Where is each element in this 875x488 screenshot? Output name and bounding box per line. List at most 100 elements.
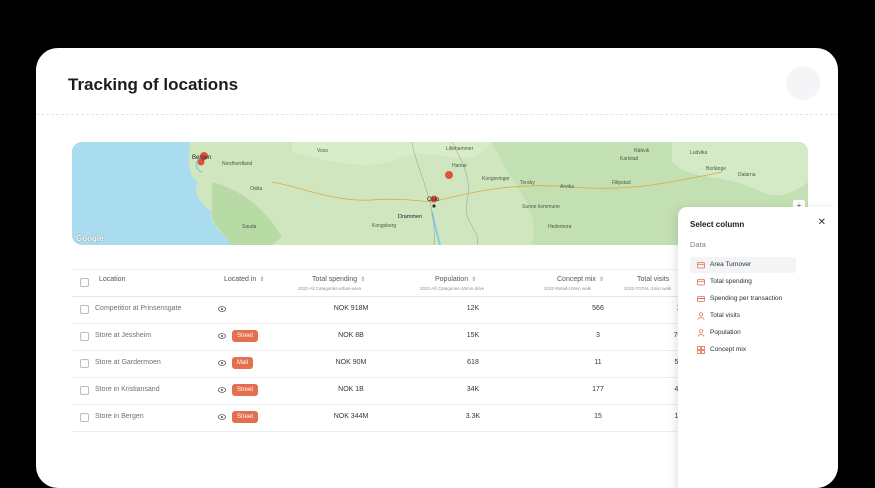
column-option-label: Area Turnover bbox=[710, 261, 752, 268]
total-spending: NOK 90M bbox=[335, 359, 367, 366]
map-label: Rättvik bbox=[634, 148, 650, 154]
column-option-label: Total visits bbox=[710, 312, 740, 319]
map-label: Lillehammer bbox=[446, 146, 474, 152]
row-checkbox[interactable] bbox=[80, 413, 89, 422]
concept-mix: 3 bbox=[596, 332, 600, 339]
map-label: Karlstad bbox=[620, 156, 639, 162]
person-icon bbox=[697, 312, 705, 320]
total-spending: NOK 344M bbox=[333, 413, 369, 420]
grid-icon bbox=[697, 346, 705, 354]
map-label: Sunne kommune bbox=[522, 204, 560, 210]
tracking-card: Tracking of locations Bergen Nordhordlan… bbox=[36, 48, 838, 488]
credit-card-icon bbox=[697, 296, 705, 302]
eye-icon[interactable] bbox=[218, 387, 226, 393]
table-row[interactable]: Store at Gardermoen Mall NOK 90M 618 11 … bbox=[72, 351, 690, 378]
col-concept-mix[interactable]: Concept mix ⇕ bbox=[557, 276, 604, 283]
row-checkbox[interactable] bbox=[80, 332, 89, 341]
panel-title: Select column bbox=[690, 220, 745, 229]
map-label: Kongsvinger bbox=[482, 176, 510, 182]
col-total-visits-sub: 2022-TOTAL-1min walk bbox=[624, 286, 672, 291]
google-logo: Google bbox=[76, 234, 104, 243]
col-population[interactable]: Population ⇕ bbox=[435, 276, 476, 283]
map-label: Hedemora bbox=[548, 224, 572, 230]
map-label: Hamar bbox=[452, 163, 468, 169]
column-option-total-visits[interactable]: Total visits bbox=[690, 308, 796, 324]
sort-icon[interactable]: ⇕ bbox=[360, 277, 365, 283]
row-checkbox[interactable] bbox=[80, 305, 89, 314]
table-row[interactable]: Store in Bergen Street NOK 344M 3.3K 15 … bbox=[72, 405, 690, 432]
sort-icon[interactable]: ⇕ bbox=[599, 277, 604, 283]
map-label: Torsby bbox=[520, 180, 535, 186]
location-name: Store at Gardermoen bbox=[95, 359, 161, 366]
select-all-checkbox[interactable] bbox=[80, 278, 89, 287]
column-option-label: Total spending bbox=[710, 278, 752, 285]
column-option-spending-per-transaction[interactable]: Spending per transaction bbox=[690, 291, 796, 307]
column-option-label: Spending per transaction bbox=[710, 295, 783, 302]
map-label: Borlänge bbox=[706, 166, 727, 172]
eye-icon[interactable] bbox=[218, 360, 226, 366]
concept-mix: 177 bbox=[592, 386, 604, 393]
col-total-spending[interactable]: Total spending ⇕ bbox=[312, 276, 365, 283]
locations-table: Location Located in ⇕ Total spending ⇕ 202… bbox=[72, 269, 690, 432]
col-total-spending-sub: 2022-All Categories-urban-area bbox=[298, 286, 362, 291]
total-spending: NOK 8B bbox=[338, 332, 364, 339]
concept-mix: 11 bbox=[594, 359, 602, 366]
col-located-in[interactable]: Located in ⇕ bbox=[224, 276, 264, 283]
sort-icon[interactable]: ⇕ bbox=[259, 277, 264, 283]
map-label: Odda bbox=[250, 186, 263, 192]
column-option-concept-mix[interactable]: Concept mix bbox=[690, 342, 796, 358]
table-row[interactable]: Store at Jessheim Street NOK 8B 15K 3 70… bbox=[72, 324, 690, 351]
total-spending: NOK 918M bbox=[333, 305, 369, 312]
location-type-badge: Mall bbox=[232, 357, 254, 369]
location-type-badge: Street bbox=[232, 384, 259, 396]
population: 618 bbox=[467, 359, 479, 366]
map-label: Drammen bbox=[398, 214, 423, 220]
eye-icon[interactable] bbox=[218, 333, 226, 339]
wallet-icon bbox=[697, 262, 705, 269]
column-option-population[interactable]: Population bbox=[690, 325, 796, 341]
location-name: Store in Bergen bbox=[95, 413, 144, 420]
column-option-area-turnover[interactable]: Area Turnover bbox=[690, 257, 796, 273]
col-location[interactable]: Location bbox=[99, 276, 125, 283]
map-label: Filipstad bbox=[612, 180, 631, 186]
column-option-label: Population bbox=[710, 329, 741, 336]
map-label: Sauda bbox=[242, 224, 257, 230]
total-spending: NOK 1B bbox=[338, 386, 364, 393]
select-column-panel: Select column ✕ Data Area Turnover Total… bbox=[678, 207, 838, 488]
map-label: Voss bbox=[317, 148, 328, 154]
map-label: Kongsberg bbox=[372, 223, 397, 229]
avatar[interactable] bbox=[786, 66, 820, 100]
table-row[interactable]: Competitior at Prinsensgate NOK 918M 12K… bbox=[72, 297, 690, 324]
map-label: Bergen bbox=[192, 155, 212, 161]
concept-mix: 15 bbox=[594, 413, 602, 420]
map-label: Ludvika bbox=[690, 150, 708, 156]
concept-mix: 566 bbox=[592, 305, 604, 312]
sort-icon[interactable]: ⇕ bbox=[471, 277, 476, 283]
page-title: Tracking of locations bbox=[68, 75, 239, 94]
column-option-label: Concept mix bbox=[710, 346, 747, 353]
population: 3.3K bbox=[465, 413, 481, 420]
map-label: Oslo bbox=[427, 197, 440, 203]
close-icon[interactable]: ✕ bbox=[818, 218, 826, 228]
table-row[interactable]: Store in Kristiansand Street NOK 1B 34K … bbox=[72, 378, 690, 405]
col-total-visits[interactable]: Total visits bbox=[637, 276, 669, 283]
eye-icon[interactable] bbox=[218, 306, 226, 312]
eye-icon[interactable] bbox=[218, 414, 226, 420]
population: 15K bbox=[466, 332, 480, 339]
col-population-sub: 2022-All Categories-10min drive bbox=[420, 286, 485, 291]
population: 12K bbox=[466, 305, 480, 312]
map-label: Nordhordland bbox=[222, 161, 253, 167]
col-concept-mix-sub: 2022-Retail-10min walk bbox=[544, 286, 592, 291]
panel-section-label: Data bbox=[690, 240, 706, 249]
column-option-total-spending[interactable]: Total spending bbox=[690, 274, 796, 290]
location-name: Competitior at Prinsensgate bbox=[95, 305, 182, 312]
table-header: Location Located in ⇕ Total spending ⇕ 202… bbox=[72, 269, 688, 297]
population: 34K bbox=[466, 386, 480, 393]
wallet-icon bbox=[697, 279, 705, 286]
location-name: Store in Kristiansand bbox=[95, 386, 160, 393]
map-label: Dalarna bbox=[738, 172, 756, 178]
location-name: Store at Jessheim bbox=[95, 332, 152, 339]
person-icon bbox=[697, 329, 705, 337]
row-checkbox[interactable] bbox=[80, 359, 89, 368]
row-checkbox[interactable] bbox=[80, 386, 89, 395]
